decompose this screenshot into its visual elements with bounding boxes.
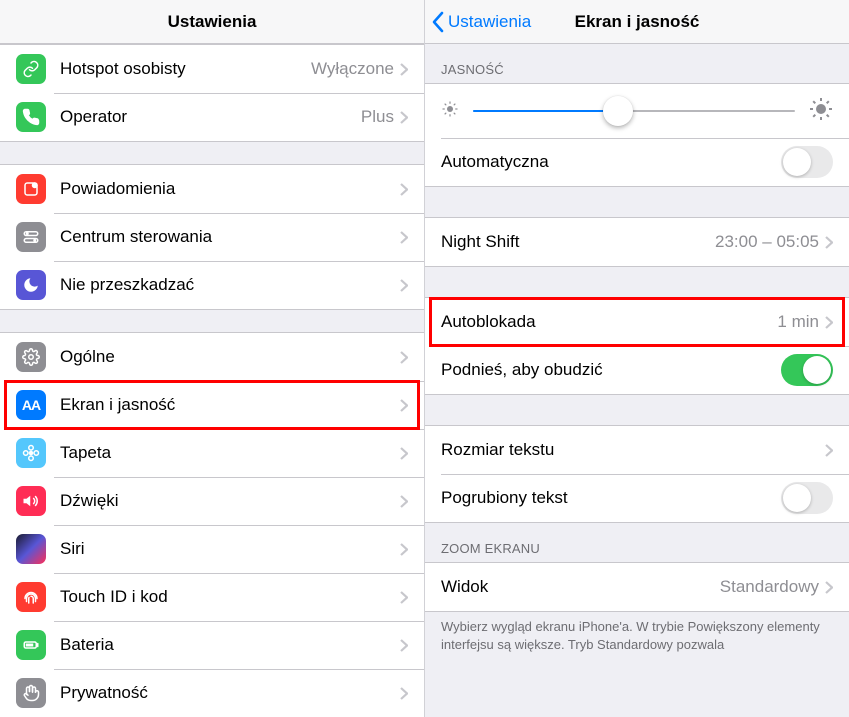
chevron-left-icon xyxy=(431,11,444,33)
night-shift-label: Night Shift xyxy=(441,232,715,252)
chevron-right-icon xyxy=(825,581,833,594)
night-shift-row[interactable]: Night Shift 23:00 – 05:05 xyxy=(425,218,849,266)
chevron-right-icon xyxy=(400,111,408,124)
page-title: Ekran i jasność xyxy=(575,12,700,32)
text-size-row[interactable]: Rozmiar tekstu xyxy=(425,426,849,474)
settings-row-label: Tapeta xyxy=(60,443,400,463)
chevron-right-icon xyxy=(400,591,408,604)
brightness-slider-thumb[interactable] xyxy=(603,96,633,126)
settings-row-label: Centrum sterowania xyxy=(60,227,400,247)
display-zoom-footer: Wybierz wygląd ekranu iPhone'a. W trybie… xyxy=(425,612,849,663)
brightness-slider[interactable] xyxy=(473,110,795,112)
page-title: Ustawienia xyxy=(168,12,257,32)
raise-to-wake-row: Podnieś, aby obudzić xyxy=(425,346,849,394)
settings-list[interactable]: Hotspot osobistyWyłączoneOperatorPlusPow… xyxy=(0,44,424,717)
settings-row-label: Powiadomienia xyxy=(60,179,400,199)
auto-brightness-row: Automatyczna xyxy=(425,138,849,186)
settings-row-wallpaper[interactable]: Tapeta xyxy=(0,429,424,477)
settings-row-notif[interactable]: Powiadomienia xyxy=(0,165,424,213)
back-button[interactable]: Ustawienia xyxy=(431,0,531,43)
display-zoom-label: Widok xyxy=(441,577,720,597)
general-icon xyxy=(16,342,46,372)
privacy-icon xyxy=(16,678,46,708)
settings-row-label: Ogólne xyxy=(60,347,400,367)
settings-row-battery[interactable]: Bateria xyxy=(0,621,424,669)
chevron-right-icon xyxy=(400,495,408,508)
bold-text-switch[interactable] xyxy=(781,482,833,514)
chevron-right-icon xyxy=(400,543,408,556)
siri-icon xyxy=(16,534,46,564)
group-header-zoom: ZOOM EKRANU xyxy=(425,523,849,562)
settings-row-carrier[interactable]: OperatorPlus xyxy=(0,93,424,141)
brightness-low-icon xyxy=(441,100,459,123)
group-header-brightness: JASNOŚĆ xyxy=(425,44,849,83)
settings-row-privacy[interactable]: Prywatność xyxy=(0,669,424,717)
settings-row-display[interactable]: AA Ekran i jasność xyxy=(0,381,424,429)
settings-row-label: Nie przeszkadzać xyxy=(60,275,400,295)
display-icon: AA xyxy=(16,390,46,420)
chevron-right-icon xyxy=(825,444,833,457)
dnd-icon xyxy=(16,270,46,300)
settings-row-label: Operator xyxy=(60,107,361,127)
auto-lock-label: Autoblokada xyxy=(441,312,777,332)
sounds-icon xyxy=(16,486,46,516)
settings-row-hotspot[interactable]: Hotspot osobistyWyłączone xyxy=(0,45,424,93)
settings-row-label: Dźwięki xyxy=(60,491,400,511)
settings-row-label: Bateria xyxy=(60,635,400,655)
auto-lock-value: 1 min xyxy=(777,312,819,332)
auto-brightness-switch[interactable] xyxy=(781,146,833,178)
touchid-icon xyxy=(16,582,46,612)
chevron-right-icon xyxy=(400,231,408,244)
settings-row-value: Wyłączone xyxy=(311,59,394,79)
display-settings-list[interactable]: JASNOŚĆ Automatyczna xyxy=(425,44,849,717)
settings-row-label: Siri xyxy=(60,539,400,559)
chevron-right-icon xyxy=(400,183,408,196)
bold-text-label: Pogrubiony tekst xyxy=(441,488,781,508)
chevron-right-icon xyxy=(400,447,408,460)
brightness-slider-row xyxy=(425,84,849,138)
settings-row-sounds[interactable]: Dźwięki xyxy=(0,477,424,525)
settings-row-dnd[interactable]: Nie przeszkadzać xyxy=(0,261,424,309)
display-zoom-value: Standardowy xyxy=(720,577,819,597)
wallpaper-icon xyxy=(16,438,46,468)
chevron-right-icon xyxy=(400,399,408,412)
display-zoom-row[interactable]: Widok Standardowy xyxy=(425,563,849,611)
battery-icon xyxy=(16,630,46,660)
auto-brightness-label: Automatyczna xyxy=(441,152,781,172)
settings-row-label: Touch ID i kod xyxy=(60,587,400,607)
bold-text-row: Pogrubiony tekst xyxy=(425,474,849,522)
settings-row-label: Ekran i jasność xyxy=(60,395,400,415)
chevron-right-icon xyxy=(400,279,408,292)
carrier-icon xyxy=(16,102,46,132)
text-size-label: Rozmiar tekstu xyxy=(441,440,825,460)
hotspot-icon xyxy=(16,54,46,84)
settings-row-label: Prywatność xyxy=(60,683,400,703)
raise-to-wake-switch[interactable] xyxy=(781,354,833,386)
settings-pane: Ustawienia Hotspot osobistyWyłączoneOper… xyxy=(0,0,425,717)
settings-row-control[interactable]: Centrum sterowania xyxy=(0,213,424,261)
night-shift-value: 23:00 – 05:05 xyxy=(715,232,819,252)
notif-icon xyxy=(16,174,46,204)
settings-row-touchid[interactable]: Touch ID i kod xyxy=(0,573,424,621)
navbar-right: Ustawienia Ekran i jasność xyxy=(425,0,849,44)
settings-row-label: Hotspot osobisty xyxy=(60,59,311,79)
brightness-high-icon xyxy=(809,97,833,126)
control-icon xyxy=(16,222,46,252)
settings-row-general[interactable]: Ogólne xyxy=(0,333,424,381)
chevron-right-icon xyxy=(400,351,408,364)
chevron-right-icon xyxy=(400,63,408,76)
raise-to-wake-label: Podnieś, aby obudzić xyxy=(441,360,781,380)
chevron-right-icon xyxy=(400,639,408,652)
navbar-left: Ustawienia xyxy=(0,0,424,44)
chevron-right-icon xyxy=(825,236,833,249)
chevron-right-icon xyxy=(400,687,408,700)
display-brightness-pane: Ustawienia Ekran i jasność JASNOŚĆ Auto xyxy=(425,0,849,717)
back-label: Ustawienia xyxy=(448,12,531,32)
auto-lock-row[interactable]: Autoblokada 1 min xyxy=(425,298,849,346)
settings-row-value: Plus xyxy=(361,107,394,127)
settings-row-siri[interactable]: Siri xyxy=(0,525,424,573)
chevron-right-icon xyxy=(825,316,833,329)
